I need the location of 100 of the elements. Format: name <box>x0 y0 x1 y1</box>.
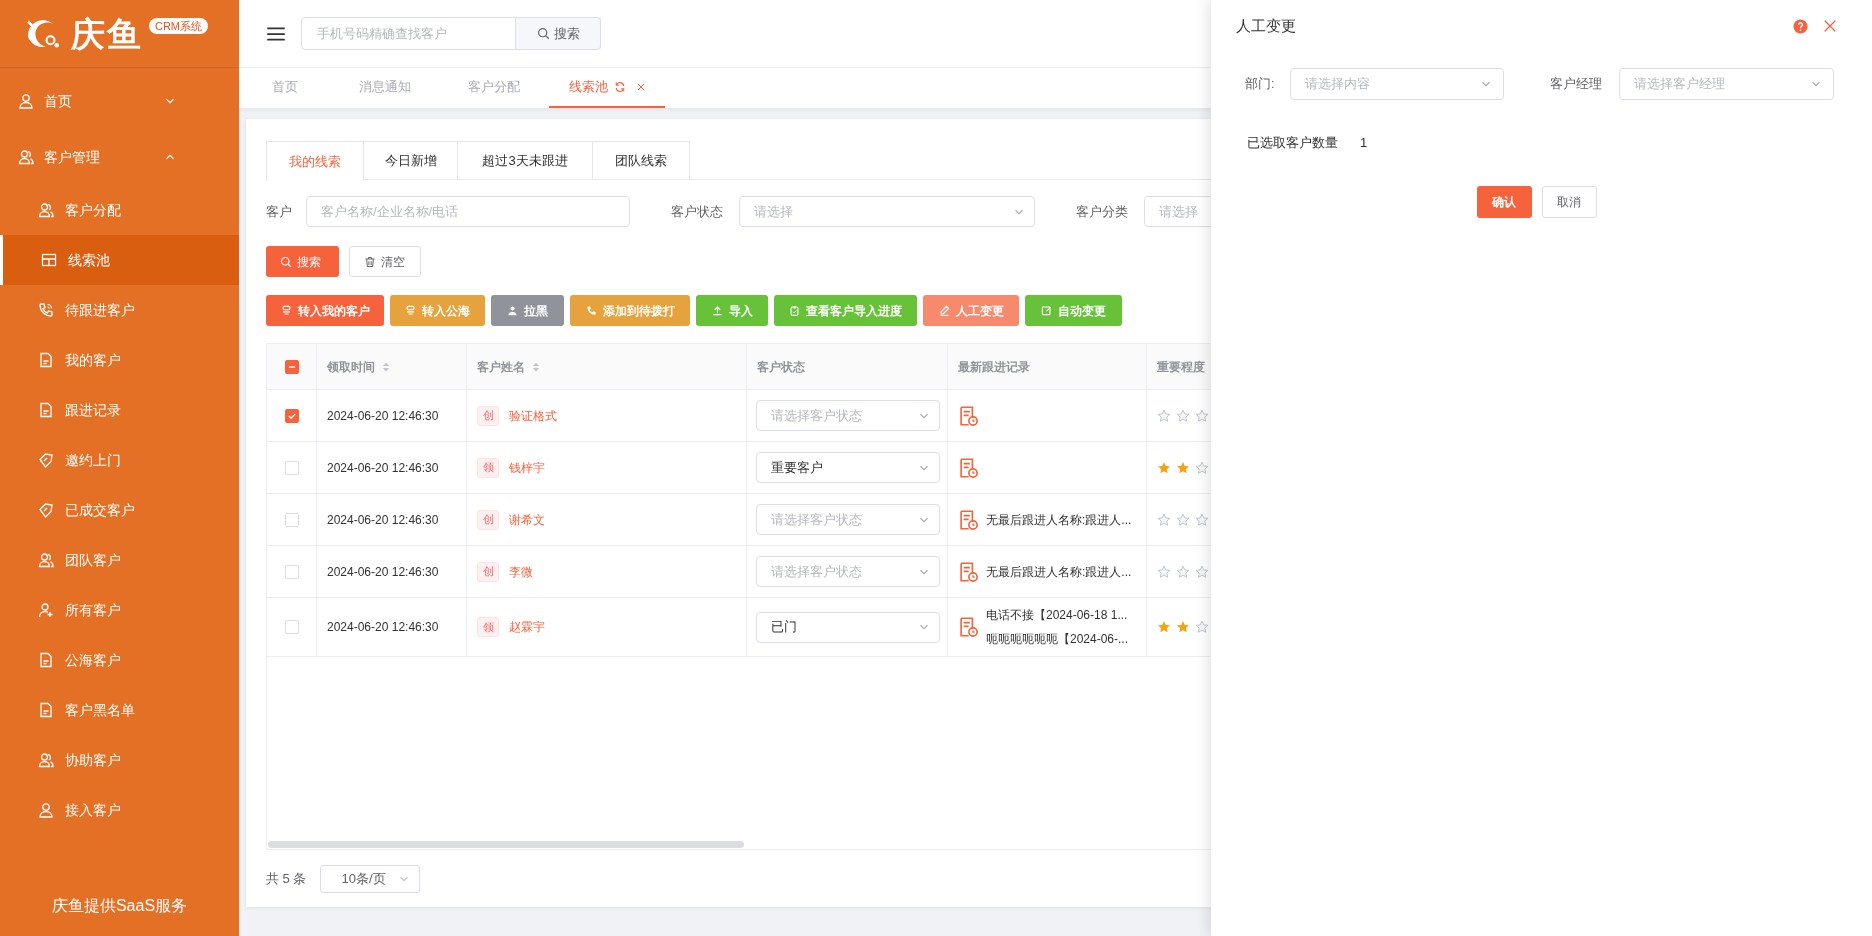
page-tab[interactable]: 消息通知 <box>331 68 439 108</box>
star-rating[interactable] <box>1157 620 1209 634</box>
row-checkbox[interactable] <box>284 512 299 527</box>
help-icon <box>1792 18 1808 34</box>
phone-icon <box>38 302 54 318</box>
cancel-button[interactable]: 取消 <box>1541 186 1597 218</box>
menu-item[interactable]: 待跟进客户 <box>0 285 239 335</box>
source-tag: 创 <box>477 561 499 582</box>
menu-item[interactable]: 公海客户 <box>0 635 239 685</box>
time-text: 2024-06-20 12:46:30 <box>327 459 439 477</box>
sub-tab[interactable]: 超过3天未跟进 <box>458 141 593 179</box>
page-size-select[interactable]: 10条/页 <box>320 865 421 893</box>
sub-tab[interactable]: 我的线索 <box>266 141 364 181</box>
record-icon <box>958 509 978 530</box>
close-icon <box>1823 19 1837 33</box>
page-tab[interactable]: 线索池 <box>549 68 665 108</box>
row-checkbox[interactable] <box>284 564 299 579</box>
users-icon <box>18 149 34 165</box>
page-tab[interactable]: 首页 <box>239 68 331 108</box>
time-text: 2024-06-20 12:46:30 <box>327 563 439 581</box>
customer-name-link[interactable]: 李微 <box>509 562 533 581</box>
menu-item[interactable]: 跟进记录 <box>0 385 239 435</box>
time-text: 2024-06-20 12:46:30 <box>327 511 439 529</box>
filter-select[interactable]: 请选择 <box>739 196 1035 227</box>
row-checkbox[interactable] <box>284 408 299 423</box>
status-select[interactable]: 请选择客户状态 <box>756 504 940 535</box>
status-select[interactable]: 请选择客户状态 <box>756 400 940 431</box>
star-rating[interactable] <box>1157 564 1209 579</box>
action-button[interactable]: 拉黑 <box>491 295 564 326</box>
document-icon <box>38 402 54 418</box>
record-icon <box>958 561 978 582</box>
column-header: 客户状态 <box>757 358 805 376</box>
filter-label: 客户分类 <box>1076 202 1129 221</box>
confirm-button[interactable]: 确认 <box>1476 186 1532 218</box>
row-checkbox[interactable] <box>284 460 299 475</box>
action-button[interactable]: 自动变更 <box>1025 295 1122 326</box>
scrollbar[interactable] <box>268 841 744 848</box>
menu-item[interactable]: 已成交客户 <box>0 485 239 535</box>
customer-name-link[interactable]: 验证格式 <box>509 406 557 425</box>
star-rating[interactable] <box>1157 460 1209 475</box>
document-icon <box>38 702 54 718</box>
sub-tab[interactable]: 团队线索 <box>593 141 690 179</box>
table-icon <box>41 252 57 268</box>
action-button[interactable]: 添加到待拨打 <box>570 295 690 326</box>
sub-tab[interactable]: 今日新增 <box>364 141 458 179</box>
source-tag: 领 <box>477 617 499 637</box>
star-rating[interactable] <box>1157 512 1209 527</box>
field-label: 部门: <box>1245 75 1276 94</box>
menu-item[interactable]: 协助客户 <box>0 735 239 785</box>
menu-item[interactable]: 客户黑名单 <box>0 685 239 735</box>
action-button[interactable]: 查看客户导入进度 <box>774 295 917 326</box>
action-button[interactable]: 转入公海 <box>390 295 485 326</box>
source-tag: 创 <box>477 509 499 530</box>
customer-name-link[interactable]: 赵霖宇 <box>509 618 545 636</box>
document-icon <box>38 352 54 368</box>
menu-item[interactable]: 邀约上门 <box>0 435 239 485</box>
pen-icon <box>938 305 950 316</box>
filter-label: 客户 <box>266 202 293 221</box>
menu-item[interactable]: 线索池 <box>0 235 239 285</box>
star-rating[interactable] <box>1157 408 1209 423</box>
action-button[interactable]: 人工变更 <box>923 295 1019 326</box>
menu-item[interactable]: 所有客户 <box>0 585 239 635</box>
search-button[interactable]: 搜索 <box>516 17 601 50</box>
select-all-checkbox[interactable] <box>284 359 299 374</box>
total-count: 共 5 条 <box>266 870 307 889</box>
menu-item[interactable]: 团队客户 <box>0 535 239 585</box>
count-label: 已选取客户数量 <box>1247 134 1338 153</box>
status-select[interactable]: 重要客户 <box>756 452 940 483</box>
menu-item[interactable]: 我的客户 <box>0 335 239 385</box>
row-checkbox[interactable] <box>284 620 299 634</box>
column-header: 最新跟进记录 <box>958 358 1030 376</box>
customer-name-link[interactable]: 谢希文 <box>509 510 545 529</box>
customer-name-link[interactable]: 钱梓宇 <box>509 458 545 477</box>
close-button[interactable] <box>1822 18 1838 34</box>
status-select[interactable]: 已门 <box>756 611 940 643</box>
menu-item[interactable]: 接入客户 <box>0 785 239 835</box>
filter-label: 客户状态 <box>671 202 724 221</box>
drawer-title: 人工变更 <box>1236 15 1297 36</box>
time-text: 2024-06-20 12:46:30 <box>327 407 439 425</box>
user-icon <box>38 802 54 818</box>
clear-button[interactable]: 清空 <box>349 246 421 277</box>
menu-item[interactable]: 首页 <box>0 73 239 129</box>
customer-field[interactable]: 客户名称/企业名称/电话 <box>306 196 630 227</box>
action-button[interactable]: 导入 <box>696 295 768 326</box>
help-button[interactable] <box>1792 18 1808 34</box>
drawer-select[interactable]: 请选择内容 <box>1290 68 1504 100</box>
document-icon <box>38 652 54 668</box>
trash-icon <box>364 255 376 268</box>
star-icon <box>1157 512 1171 527</box>
search-button[interactable]: 搜索 <box>266 246 339 277</box>
status-select[interactable]: 请选择客户状态 <box>756 556 940 587</box>
count-value: 1 <box>1360 134 1368 153</box>
action-button[interactable]: 转入我的客户 <box>266 295 384 326</box>
user-icon <box>18 93 34 109</box>
page-tab[interactable]: 客户分配 <box>439 68 549 108</box>
search-field[interactable]: 手机号码精确查找客户 <box>301 17 516 50</box>
sort-icon <box>531 360 541 373</box>
menu-item[interactable]: 客户管理 <box>0 129 239 185</box>
menu-item[interactable]: 客户分配 <box>0 185 239 235</box>
drawer-select[interactable]: 请选择客户经理 <box>1619 68 1834 100</box>
